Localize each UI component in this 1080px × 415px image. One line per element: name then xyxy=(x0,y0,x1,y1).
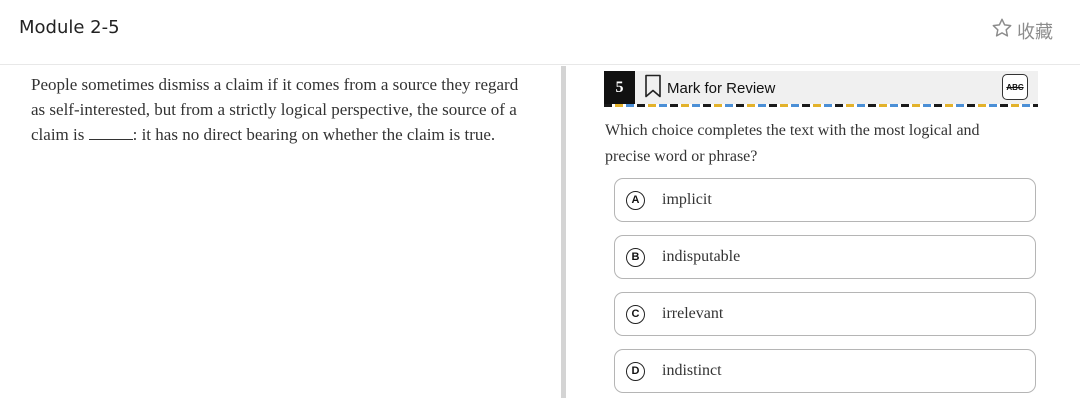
question-prompt: Which choice completes the text with the… xyxy=(605,122,980,165)
question-header-divider xyxy=(604,104,1038,107)
choice-letter: C xyxy=(626,304,645,324)
choice-letter: B xyxy=(626,247,645,267)
choice-b[interactable]: B indisputable xyxy=(614,235,1036,279)
favorite-label: 收藏 xyxy=(1017,21,1053,43)
passage-after-blank: : it has no direct bearing on whether th… xyxy=(132,125,496,144)
bookmark-outline-icon xyxy=(644,74,662,102)
choice-d[interactable]: D indistinct xyxy=(614,349,1036,393)
choice-text: indistinct xyxy=(662,362,722,379)
choice-text: indisputable xyxy=(662,248,741,265)
choice-c[interactable]: C irrelevant xyxy=(614,292,1036,336)
pane-divider[interactable] xyxy=(561,66,566,398)
top-header: Module 2-5 收藏 xyxy=(0,0,1080,65)
choice-text: implicit xyxy=(662,191,712,208)
question-header-bar: 5 Mark for Review ABC xyxy=(604,71,1038,104)
choice-letter: A xyxy=(626,190,645,210)
module-title: Module 2-5 xyxy=(19,17,120,38)
answer-eliminator-button[interactable]: ABC xyxy=(1002,74,1028,100)
favorite-button[interactable]: 收藏 xyxy=(991,17,1053,44)
mark-for-review-button[interactable]: Mark for Review xyxy=(644,74,776,102)
choice-text: irrelevant xyxy=(662,305,724,322)
passage-blank xyxy=(88,123,133,140)
choice-a[interactable]: A implicit xyxy=(614,178,1036,222)
star-outline-icon xyxy=(991,17,1013,44)
passage-text: People sometimes dismiss a claim if it c… xyxy=(31,72,526,147)
choice-letter: D xyxy=(626,361,645,381)
mark-for-review-label: Mark for Review xyxy=(667,79,776,97)
question-number: 5 xyxy=(604,71,635,104)
